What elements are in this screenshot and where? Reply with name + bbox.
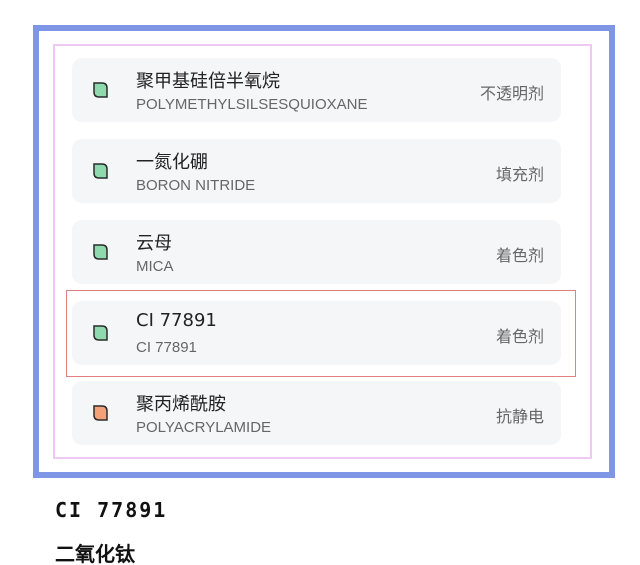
caption-ingredient-code: CI 77891 [55, 498, 168, 522]
ingredient-name-en: POLYMETHYLSILSESQUIOXANE [136, 96, 368, 113]
ingredient-name-en: BORON NITRIDE [136, 177, 256, 194]
ingredient-function: 抗静电 [495, 407, 544, 426]
ingredient-function: 不透明剂 [479, 84, 544, 103]
ingredient-card[interactable]: 云母 MICA 着色剂 [72, 220, 561, 284]
caption-chemical-name: 二氧化钛 [55, 542, 135, 565]
ingredient-card[interactable]: 聚丙烯酰胺 POLYACRYLAMIDE 抗静电 [72, 381, 561, 445]
highlight-box [66, 290, 576, 377]
ingredient-name-zh: 聚甲基硅倍半氧烷 [136, 71, 280, 92]
ingredient-name-zh: 聚丙烯酰胺 [136, 394, 226, 415]
ingredient-card[interactable]: 一氮化硼 BORON NITRIDE 填充剂 [72, 139, 561, 203]
leaf-safety-icon [91, 243, 109, 261]
ingredient-name-en: POLYACRYLAMIDE [136, 419, 272, 436]
ingredient-function: 着色剂 [495, 246, 544, 265]
leaf-safety-icon [91, 162, 109, 180]
ingredient-name-zh: 云母 [136, 233, 172, 254]
ingredient-list-frame: 聚甲基硅倍半氧烷 POLYMETHYLSILSESQUIOXANE 不透明剂 一… [33, 25, 615, 478]
ingredient-name-zh: 一氮化硼 [136, 152, 208, 173]
ingredient-name-en: MICA [136, 258, 174, 275]
ingredient-card[interactable]: 聚甲基硅倍半氧烷 POLYMETHYLSILSESQUIOXANE 不透明剂 [72, 58, 561, 122]
leaf-safety-icon [91, 81, 109, 99]
leaf-safety-icon [91, 404, 109, 422]
ingredient-function: 填充剂 [495, 165, 544, 184]
